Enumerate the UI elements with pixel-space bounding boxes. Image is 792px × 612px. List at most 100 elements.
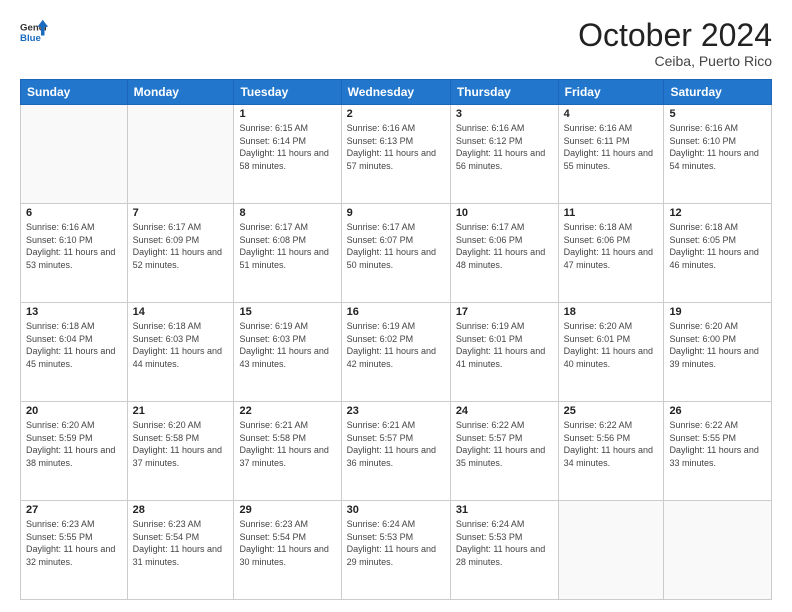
calendar-cell: 26 Sunrise: 6:22 AMSunset: 5:55 PMDayligh… <box>664 402 772 501</box>
day-number: 28 <box>133 504 229 516</box>
day-number: 7 <box>133 207 229 219</box>
day-number: 20 <box>26 405 122 417</box>
calendar-cell: 10 Sunrise: 6:17 AMSunset: 6:06 PMDayligh… <box>450 204 558 303</box>
day-number: 5 <box>669 108 766 120</box>
day-header-saturday: Saturday <box>664 80 772 105</box>
logo-icon: General Blue <box>20 18 48 46</box>
calendar-cell: 8 Sunrise: 6:17 AMSunset: 6:08 PMDaylight… <box>234 204 341 303</box>
calendar-week-2: 6 Sunrise: 6:16 AMSunset: 6:10 PMDaylight… <box>21 204 772 303</box>
day-info: Sunrise: 6:21 AMSunset: 5:57 PMDaylight:… <box>347 419 445 469</box>
day-info: Sunrise: 6:15 AMSunset: 6:14 PMDaylight:… <box>239 122 335 172</box>
title-block: October 2024 Ceiba, Puerto Rico <box>578 18 772 69</box>
calendar-cell: 14Sunrise: 6:18 AMSunset: 6:03 PMDayligh… <box>127 303 234 402</box>
day-number: 18 <box>564 306 659 318</box>
day-number: 1 <box>239 108 335 120</box>
day-number: 10 <box>456 207 553 219</box>
calendar-cell: 24 Sunrise: 6:22 AMSunset: 5:57 PMDayligh… <box>450 402 558 501</box>
calendar-cell: 31Sunrise: 6:24 AMSunset: 5:53 PMDayligh… <box>450 501 558 600</box>
calendar-table: SundayMondayTuesdayWednesdayThursdayFrid… <box>20 79 772 600</box>
day-info: Sunrise: 6:16 AMSunset: 6:11 PMDaylight:… <box>564 122 659 172</box>
day-number: 16 <box>347 306 445 318</box>
day-header-tuesday: Tuesday <box>234 80 341 105</box>
day-info: Sunrise: 6:24 AMSunset: 5:53 PMDaylight:… <box>347 518 445 568</box>
day-number: 2 <box>347 108 445 120</box>
day-info: Sunrise: 6:16 AMSunset: 6:10 PMDaylight:… <box>26 221 122 271</box>
calendar-cell: 12 Sunrise: 6:18 AMSunset: 6:05 PMDayligh… <box>664 204 772 303</box>
calendar-cell: 27Sunrise: 6:23 AMSunset: 5:55 PMDayligh… <box>21 501 128 600</box>
calendar-week-5: 27Sunrise: 6:23 AMSunset: 5:55 PMDayligh… <box>21 501 772 600</box>
day-header-wednesday: Wednesday <box>341 80 450 105</box>
calendar-cell <box>558 501 664 600</box>
day-info: Sunrise: 6:18 AMSunset: 6:05 PMDaylight:… <box>669 221 766 271</box>
svg-text:Blue: Blue <box>20 33 41 44</box>
calendar-cell: 17Sunrise: 6:19 AMSunset: 6:01 PMDayligh… <box>450 303 558 402</box>
day-info: Sunrise: 6:21 AMSunset: 5:58 PMDaylight:… <box>239 419 335 469</box>
day-info: Sunrise: 6:20 AMSunset: 6:01 PMDaylight:… <box>564 320 659 370</box>
day-info: Sunrise: 6:18 AMSunset: 6:03 PMDaylight:… <box>133 320 229 370</box>
day-info: Sunrise: 6:17 AMSunset: 6:09 PMDaylight:… <box>133 221 229 271</box>
day-number: 24 <box>456 405 553 417</box>
day-info: Sunrise: 6:19 AMSunset: 6:03 PMDaylight:… <box>239 320 335 370</box>
header: General Blue October 2024 Ceiba, Puerto … <box>20 18 772 69</box>
day-header-friday: Friday <box>558 80 664 105</box>
day-number: 9 <box>347 207 445 219</box>
day-info: Sunrise: 6:19 AMSunset: 6:01 PMDaylight:… <box>456 320 553 370</box>
calendar-cell: 9Sunrise: 6:17 AMSunset: 6:07 PMDaylight… <box>341 204 450 303</box>
day-number: 25 <box>564 405 659 417</box>
day-number: 11 <box>564 207 659 219</box>
calendar-cell <box>127 105 234 204</box>
day-number: 29 <box>239 504 335 516</box>
calendar-cell: 3Sunrise: 6:16 AMSunset: 6:12 PMDaylight… <box>450 105 558 204</box>
day-number: 26 <box>669 405 766 417</box>
calendar-cell: 2 Sunrise: 6:16 AMSunset: 6:13 PMDaylight… <box>341 105 450 204</box>
calendar-cell <box>21 105 128 204</box>
logo: General Blue <box>20 18 48 46</box>
calendar-cell: 1 Sunrise: 6:15 AMSunset: 6:14 PMDaylight… <box>234 105 341 204</box>
day-number: 4 <box>564 108 659 120</box>
day-info: Sunrise: 6:18 AMSunset: 6:06 PMDaylight:… <box>564 221 659 271</box>
day-number: 23 <box>347 405 445 417</box>
calendar-cell: 30Sunrise: 6:24 AMSunset: 5:53 PMDayligh… <box>341 501 450 600</box>
calendar-cell: 5 Sunrise: 6:16 AMSunset: 6:10 PMDaylight… <box>664 105 772 204</box>
calendar-cell: 11 Sunrise: 6:18 AMSunset: 6:06 PMDayligh… <box>558 204 664 303</box>
day-info: Sunrise: 6:20 AMSunset: 5:58 PMDaylight:… <box>133 419 229 469</box>
calendar-cell: 6 Sunrise: 6:16 AMSunset: 6:10 PMDaylight… <box>21 204 128 303</box>
day-info: Sunrise: 6:17 AMSunset: 6:08 PMDaylight:… <box>239 221 335 271</box>
day-info: Sunrise: 6:20 AMSunset: 5:59 PMDaylight:… <box>26 419 122 469</box>
day-info: Sunrise: 6:16 AMSunset: 6:10 PMDaylight:… <box>669 122 766 172</box>
day-info: Sunrise: 6:22 AMSunset: 5:55 PMDaylight:… <box>669 419 766 469</box>
calendar-cell: 23 Sunrise: 6:21 AMSunset: 5:57 PMDayligh… <box>341 402 450 501</box>
day-info: Sunrise: 6:16 AMSunset: 6:12 PMDaylight:… <box>456 122 553 172</box>
calendar-cell: 16 Sunrise: 6:19 AMSunset: 6:02 PMDayligh… <box>341 303 450 402</box>
calendar-cell: 15Sunrise: 6:19 AMSunset: 6:03 PMDayligh… <box>234 303 341 402</box>
day-info: Sunrise: 6:23 AMSunset: 5:54 PMDaylight:… <box>133 518 229 568</box>
day-header-thursday: Thursday <box>450 80 558 105</box>
calendar-week-1: 1 Sunrise: 6:15 AMSunset: 6:14 PMDaylight… <box>21 105 772 204</box>
calendar-cell: 25Sunrise: 6:22 AMSunset: 5:56 PMDayligh… <box>558 402 664 501</box>
calendar-cell: 7 Sunrise: 6:17 AMSunset: 6:09 PMDaylight… <box>127 204 234 303</box>
calendar-cell: 28 Sunrise: 6:23 AMSunset: 5:54 PMDayligh… <box>127 501 234 600</box>
month-title: October 2024 <box>578 18 772 53</box>
day-number: 22 <box>239 405 335 417</box>
day-info: Sunrise: 6:19 AMSunset: 6:02 PMDaylight:… <box>347 320 445 370</box>
calendar-cell: 13Sunrise: 6:18 AMSunset: 6:04 PMDayligh… <box>21 303 128 402</box>
day-number: 21 <box>133 405 229 417</box>
day-info: Sunrise: 6:24 AMSunset: 5:53 PMDaylight:… <box>456 518 553 568</box>
day-info: Sunrise: 6:17 AMSunset: 6:06 PMDaylight:… <box>456 221 553 271</box>
day-number: 12 <box>669 207 766 219</box>
calendar-week-3: 13Sunrise: 6:18 AMSunset: 6:04 PMDayligh… <box>21 303 772 402</box>
day-info: Sunrise: 6:16 AMSunset: 6:13 PMDaylight:… <box>347 122 445 172</box>
calendar-cell: 4 Sunrise: 6:16 AMSunset: 6:11 PMDaylight… <box>558 105 664 204</box>
calendar-cell <box>664 501 772 600</box>
day-number: 6 <box>26 207 122 219</box>
day-number: 8 <box>239 207 335 219</box>
page: General Blue October 2024 Ceiba, Puerto … <box>0 0 792 612</box>
location-subtitle: Ceiba, Puerto Rico <box>578 53 772 69</box>
day-info: Sunrise: 6:22 AMSunset: 5:57 PMDaylight:… <box>456 419 553 469</box>
calendar-cell: 22 Sunrise: 6:21 AMSunset: 5:58 PMDayligh… <box>234 402 341 501</box>
calendar-cell: 21 Sunrise: 6:20 AMSunset: 5:58 PMDayligh… <box>127 402 234 501</box>
day-info: Sunrise: 6:23 AMSunset: 5:55 PMDaylight:… <box>26 518 122 568</box>
calendar-cell: 19Sunrise: 6:20 AMSunset: 6:00 PMDayligh… <box>664 303 772 402</box>
calendar-cell: 29Sunrise: 6:23 AMSunset: 5:54 PMDayligh… <box>234 501 341 600</box>
day-number: 19 <box>669 306 766 318</box>
